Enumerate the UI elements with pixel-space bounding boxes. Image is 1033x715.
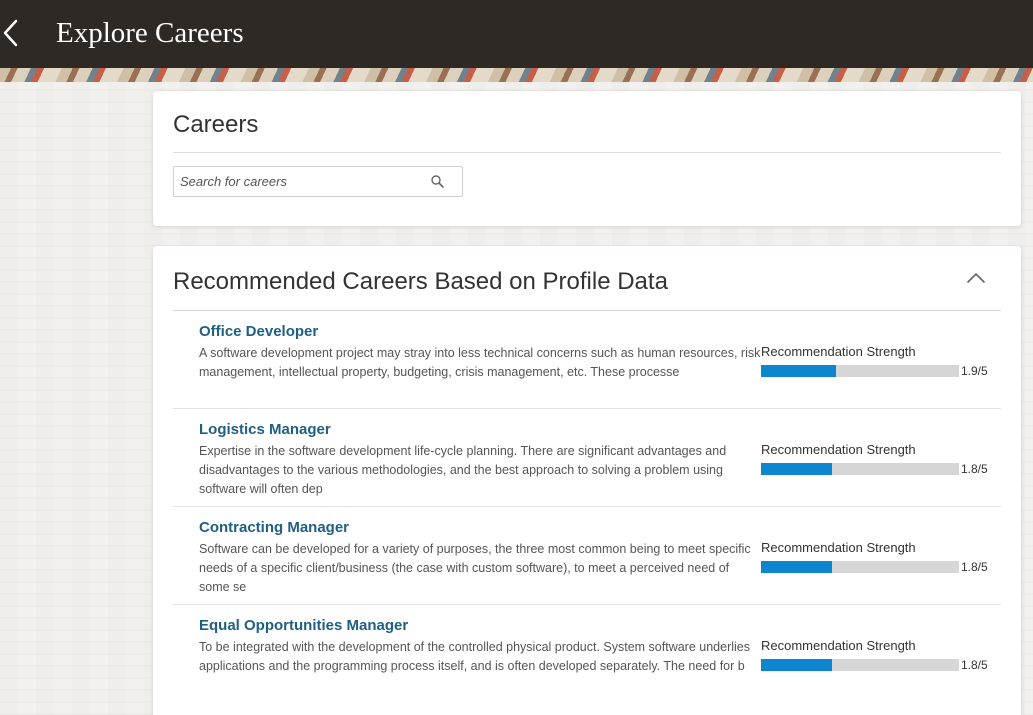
strength-bar-fill [761,463,832,475]
strength-value: 1.8/5 [961,560,988,574]
strength-value: 1.9/5 [961,364,988,378]
strength-value: 1.8/5 [961,658,988,672]
career-link[interactable]: Contracting Manager [199,519,349,536]
strength-bar-fill [761,365,836,377]
career-description: Expertise in the software development li… [199,444,727,496]
search-input[interactable] [174,167,424,196]
career-description: Software can be developed for a variety … [199,542,751,594]
strength-label: Recommendation Strength [761,540,916,555]
strength-bar [761,659,959,671]
careers-card-title: Careers [173,111,259,138]
recommendation-item: Contracting Manager Software can be deve… [173,506,1001,604]
career-description: A software development project may stray… [199,346,761,379]
career-link[interactable]: Equal Opportunities Manager [199,617,408,634]
strength-bar [761,463,959,475]
careers-search-card: Careers [153,91,1021,226]
strength-bar-fill [761,659,832,671]
strength-bar [761,561,959,573]
career-description: To be integrated with the development of… [199,640,751,673]
strength-label: Recommendation Strength [761,344,916,359]
recommendation-list: Office Developer A software development … [173,310,1001,702]
chevron-left-icon [3,19,18,47]
recommendation-item: Office Developer A software development … [173,310,1001,408]
strength-label: Recommendation Strength [761,638,916,653]
search-box [173,166,463,197]
recommendation-item: Equal Opportunities Manager To be integr… [173,604,1001,702]
careers-card-divider [173,152,1001,153]
top-header-bar: Explore Careers [0,0,1033,68]
decorative-banner [0,68,1033,82]
recommendations-title: Recommended Careers Based on Profile Dat… [173,268,668,295]
recommendation-item: Logistics Manager Expertise in the softw… [173,408,1001,506]
page-title: Explore Careers [56,17,244,49]
back-button[interactable] [0,14,30,52]
recommended-careers-card: Recommended Careers Based on Profile Dat… [153,246,1021,715]
strength-value: 1.8/5 [961,462,988,476]
career-link[interactable]: Logistics Manager [199,421,331,438]
strength-bar [761,365,959,377]
strength-bar-fill [761,561,832,573]
career-link[interactable]: Office Developer [199,323,318,340]
strength-label: Recommendation Strength [761,442,916,457]
chevron-up-icon[interactable] [965,270,987,286]
search-icon[interactable] [430,174,446,190]
